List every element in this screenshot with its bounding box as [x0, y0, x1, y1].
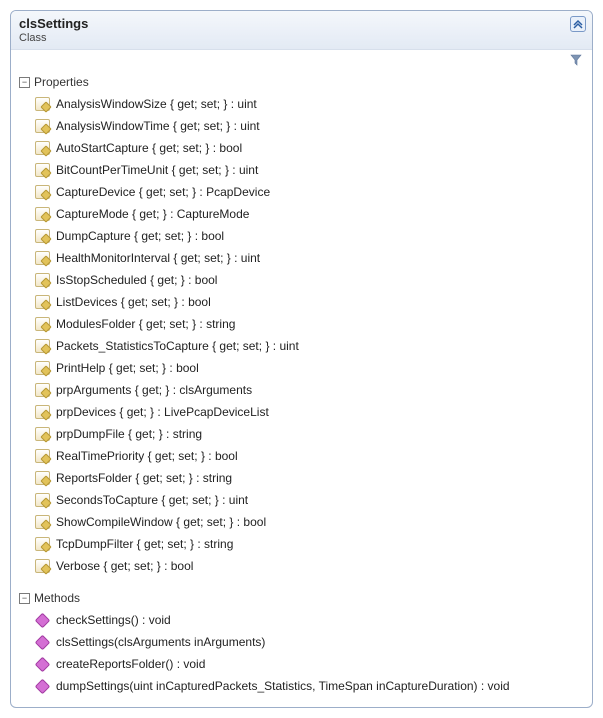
member-signature: ModulesFolder { get; set; } : string: [56, 315, 235, 333]
member-signature: AnalysisWindowTime { get; set; } : uint: [56, 117, 260, 135]
member-signature: createReportsFolder() : void: [56, 655, 205, 673]
list-item[interactable]: TcpDumpFilter { get; set; } : string: [35, 533, 586, 555]
list-item[interactable]: ModulesFolder { get; set; } : string: [35, 313, 586, 335]
properties-section: − Properties AnalysisWindowSize { get; s…: [11, 71, 592, 587]
list-item[interactable]: AnalysisWindowSize { get; set; } : uint: [35, 93, 586, 115]
list-item[interactable]: Packets_StatisticsToCapture { get; set; …: [35, 335, 586, 357]
property-icon: [35, 141, 50, 155]
member-signature: clsSettings(clsArguments inArguments): [56, 633, 265, 651]
methods-list: checkSettings() : void clsSettings(clsArg…: [17, 607, 586, 701]
property-icon: [35, 471, 50, 485]
filter-icon[interactable]: [570, 54, 582, 69]
member-signature: PrintHelp { get; set; } : bool: [56, 359, 199, 377]
property-icon: [35, 449, 50, 463]
property-icon: [35, 493, 50, 507]
member-signature: prpDumpFile { get; } : string: [56, 425, 202, 443]
property-icon: [35, 251, 50, 265]
list-item[interactable]: AutoStartCapture { get; set; } : bool: [35, 137, 586, 159]
property-icon: [35, 383, 50, 397]
list-item[interactable]: checkSettings() : void: [35, 609, 586, 631]
list-item[interactable]: CaptureDevice { get; set; } : PcapDevice: [35, 181, 586, 203]
methods-title: Methods: [34, 591, 80, 605]
member-signature: ListDevices { get; set; } : bool: [56, 293, 211, 311]
minus-icon: −: [19, 77, 30, 88]
list-item[interactable]: createReportsFolder() : void: [35, 653, 586, 675]
list-item[interactable]: DumpCapture { get; set; } : bool: [35, 225, 586, 247]
property-icon: [35, 207, 50, 221]
member-signature: ShowCompileWindow { get; set; } : bool: [56, 513, 266, 531]
member-signature: IsStopScheduled { get; } : bool: [56, 271, 217, 289]
chevron-up-icon: [573, 19, 583, 29]
methods-header[interactable]: − Methods: [17, 589, 586, 607]
property-icon: [35, 119, 50, 133]
list-item[interactable]: ListDevices { get; set; } : bool: [35, 291, 586, 313]
property-icon: [35, 163, 50, 177]
method-icon: [35, 679, 50, 693]
list-item[interactable]: IsStopScheduled { get; } : bool: [35, 269, 586, 291]
filter-row: [11, 50, 592, 71]
panel-header: clsSettings Class: [11, 11, 592, 50]
list-item[interactable]: CaptureMode { get; } : CaptureMode: [35, 203, 586, 225]
class-kind: Class: [19, 32, 584, 44]
member-signature: BitCountPerTimeUnit { get; set; } : uint: [56, 161, 258, 179]
member-signature: AutoStartCapture { get; set; } : bool: [56, 139, 242, 157]
property-icon: [35, 361, 50, 375]
list-item[interactable]: HealthMonitorInterval { get; set; } : ui…: [35, 247, 586, 269]
list-item[interactable]: prpArguments { get; } : clsArguments: [35, 379, 586, 401]
property-icon: [35, 537, 50, 551]
class-name: clsSettings: [19, 16, 584, 31]
list-item[interactable]: ShowCompileWindow { get; set; } : bool: [35, 511, 586, 533]
minus-icon: −: [19, 593, 30, 604]
member-signature: prpArguments { get; } : clsArguments: [56, 381, 252, 399]
list-item[interactable]: RealTimePriority { get; set; } : bool: [35, 445, 586, 467]
list-item[interactable]: dumpSettings(uint inCapturedPackets_Stat…: [35, 675, 586, 697]
member-signature: ReportsFolder { get; set; } : string: [56, 469, 232, 487]
list-item[interactable]: AnalysisWindowTime { get; set; } : uint: [35, 115, 586, 137]
method-icon: [35, 613, 50, 627]
member-signature: AnalysisWindowSize { get; set; } : uint: [56, 95, 257, 113]
class-details-panel: clsSettings Class − Properties AnalysisW…: [10, 10, 593, 708]
properties-title: Properties: [34, 75, 89, 89]
member-signature: dumpSettings(uint inCapturedPackets_Stat…: [56, 677, 510, 695]
list-item[interactable]: PrintHelp { get; set; } : bool: [35, 357, 586, 379]
property-icon: [35, 405, 50, 419]
property-icon: [35, 515, 50, 529]
list-item[interactable]: prpDumpFile { get; } : string: [35, 423, 586, 445]
member-signature: prpDevices { get; } : LivePcapDeviceList: [56, 403, 269, 421]
method-icon: [35, 657, 50, 671]
property-icon: [35, 229, 50, 243]
property-icon: [35, 317, 50, 331]
member-signature: checkSettings() : void: [56, 611, 171, 629]
property-icon: [35, 427, 50, 441]
list-item[interactable]: SecondsToCapture { get; set; } : uint: [35, 489, 586, 511]
methods-section: − Methods checkSettings() : void clsSetti…: [11, 587, 592, 707]
member-signature: Packets_StatisticsToCapture { get; set; …: [56, 337, 299, 355]
list-item[interactable]: ReportsFolder { get; set; } : string: [35, 467, 586, 489]
member-signature: CaptureMode { get; } : CaptureMode: [56, 205, 249, 223]
property-icon: [35, 559, 50, 573]
member-signature: TcpDumpFilter { get; set; } : string: [56, 535, 233, 553]
method-icon: [35, 635, 50, 649]
properties-header[interactable]: − Properties: [17, 73, 586, 91]
collapse-button[interactable]: [570, 16, 586, 32]
member-signature: SecondsToCapture { get; set; } : uint: [56, 491, 248, 509]
property-icon: [35, 97, 50, 111]
member-signature: HealthMonitorInterval { get; set; } : ui…: [56, 249, 260, 267]
property-icon: [35, 185, 50, 199]
member-signature: RealTimePriority { get; set; } : bool: [56, 447, 238, 465]
list-item[interactable]: BitCountPerTimeUnit { get; set; } : uint: [35, 159, 586, 181]
list-item[interactable]: Verbose { get; set; } : bool: [35, 555, 586, 577]
member-signature: Verbose { get; set; } : bool: [56, 557, 193, 575]
properties-list: AnalysisWindowSize { get; set; } : uint A…: [17, 91, 586, 581]
property-icon: [35, 273, 50, 287]
list-item[interactable]: prpDevices { get; } : LivePcapDeviceList: [35, 401, 586, 423]
member-signature: CaptureDevice { get; set; } : PcapDevice: [56, 183, 270, 201]
property-icon: [35, 339, 50, 353]
property-icon: [35, 295, 50, 309]
member-signature: DumpCapture { get; set; } : bool: [56, 227, 224, 245]
list-item[interactable]: clsSettings(clsArguments inArguments): [35, 631, 586, 653]
